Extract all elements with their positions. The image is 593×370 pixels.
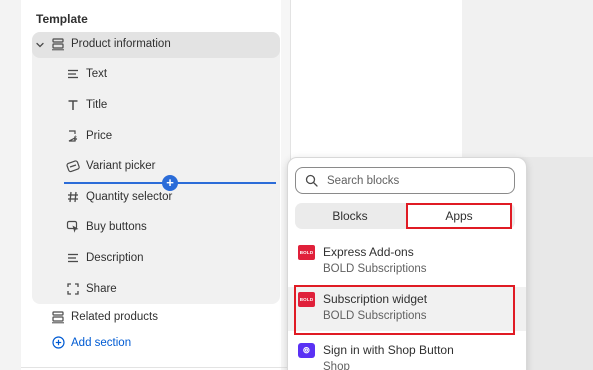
block-item-description[interactable]: Description [66,248,144,268]
tab-blocks[interactable]: Blocks [295,203,405,229]
shop-logo-icon: ⊚ [298,343,315,358]
search-field[interactable] [295,167,515,194]
bold-logo-icon: BOLD [298,292,315,307]
block-item-variant-picker[interactable]: Variant picker [66,156,155,176]
app-block-name: Express Add-ons [323,245,414,259]
block-item-buy-buttons[interactable]: Buy buttons [66,217,147,237]
app-block-vendor: Shop [323,361,350,370]
app-block-name: Sign in with Shop Button [323,343,454,357]
text-lines-icon [68,253,78,263]
plus-circle-icon [52,336,65,349]
block-label: Quantity selector [86,191,173,203]
app-block-express-add-ons[interactable]: BOLD Express Add-ons BOLD Subscriptions [288,240,526,284]
bold-logo-icon: BOLD [298,245,315,260]
block-label: Share [86,283,117,295]
tab-apps[interactable]: Apps [406,203,512,229]
template-title: Template [36,12,88,26]
price-tag-icon: $ [68,130,78,142]
app-block-vendor: BOLD Subscriptions [323,310,427,322]
block-item-share[interactable]: Share [66,279,117,299]
search-icon [305,174,318,187]
variant-picker-icon [66,160,80,173]
block-item-title[interactable]: Title [66,95,107,115]
section-related-products[interactable]: Related products [51,307,158,327]
preview-canvas-background [462,0,593,157]
add-section-label: Add section [71,336,132,349]
block-item-price[interactable]: $ Price [66,126,112,146]
block-label: Price [86,130,113,142]
block-label: Text [86,68,108,80]
sidebar-gutter [0,0,21,370]
app-block-name: Subscription widget [323,292,428,306]
section-label: Related products [71,311,158,323]
sidebar: Template Product information Text Title [0,0,292,370]
block-tabs: Blocks Apps [295,203,515,229]
add-section-button[interactable]: Add section [52,336,131,349]
add-block-popover: Blocks Apps BOLD Express Add-ons BOLD Su… [287,157,527,370]
section-grid-icon [52,311,64,324]
svg-text:$: $ [74,134,78,142]
section-product-information[interactable]: Product information [51,34,171,54]
cursor-click-icon [66,220,79,233]
share-frame-icon [67,283,79,295]
hash-icon [68,191,78,203]
title-t-icon [68,100,78,110]
block-item-quantity-selector[interactable]: Quantity selector [66,187,172,207]
app-block-vendor: BOLD Subscriptions [323,263,427,275]
section-label: Product information [71,38,171,50]
block-label: Title [86,99,108,111]
block-label: Buy buttons [86,221,147,233]
chevron-down-icon[interactable] [35,40,45,50]
text-lines-icon [68,69,78,79]
sidebar-bottom-divider [21,367,290,368]
block-label: Variant picker [86,160,156,172]
block-label: Description [86,252,144,264]
app-block-sign-in-with-shop[interactable]: ⊚ Sign in with Shop Button Shop [288,338,526,370]
search-input[interactable] [327,174,497,187]
app-block-subscription-widget[interactable]: BOLD Subscription widget BOLD Subscripti… [288,287,526,331]
section-grid-icon [52,38,64,51]
block-item-text[interactable]: Text [66,64,107,84]
